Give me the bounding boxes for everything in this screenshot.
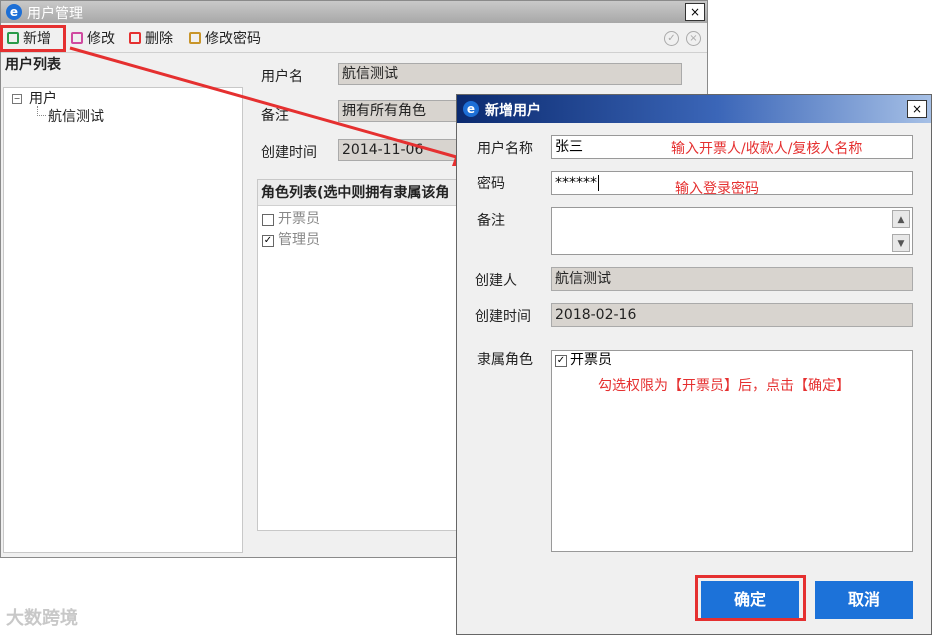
dialog-password-label: 密码 xyxy=(477,176,505,192)
role-hint: 勾选权限为【开票员】后，点击【确定】 xyxy=(598,378,850,394)
dialog-username-value: 张三 xyxy=(555,139,583,155)
dialog-creator-field[interactable]: 航信测试 xyxy=(551,267,913,291)
dialog-role-label: 隶属角色 xyxy=(477,352,533,368)
scroll-up-icon[interactable]: ▲ xyxy=(892,210,910,228)
dialog-username-label: 用户名称 xyxy=(477,141,533,157)
watermark-logo: 大数跨境 xyxy=(6,608,78,629)
dialog-created-time-label: 创建时间 xyxy=(475,309,531,325)
add-user-dialog: e 新增用户 × 用户名称 张三 输入开票人/收款人/复核人名称 密码 ****… xyxy=(456,94,932,635)
dialog-logo-icon: e xyxy=(463,101,479,117)
dialog-close-button[interactable]: × xyxy=(907,100,927,118)
dialog-created-time-field[interactable]: 2018-02-16 xyxy=(551,303,913,327)
dialog-role-checkbox-invoicer[interactable]: ✓ xyxy=(555,355,567,367)
dialog-titlebar: e 新增用户 × xyxy=(457,95,931,123)
dialog-role-list: ✓ 开票员 勾选权限为【开票员】后，点击【确定】 xyxy=(551,350,913,552)
scroll-down-icon[interactable]: ▼ xyxy=(892,234,910,252)
dialog-title: 新增用户 xyxy=(485,103,541,119)
dialog-note-label: 备注 xyxy=(477,213,505,229)
password-hint: 输入登录密码 xyxy=(675,181,759,197)
dialog-password-value: ****** xyxy=(555,175,597,191)
ok-button-highlight xyxy=(695,575,806,621)
dialog-note-textarea[interactable]: ▲ ▼ xyxy=(551,207,913,255)
username-hint: 输入开票人/收款人/复核人名称 xyxy=(671,141,863,157)
cancel-button[interactable]: 取消 xyxy=(815,581,913,619)
text-caret xyxy=(598,175,599,191)
dialog-role-label-invoicer: 开票员 xyxy=(570,352,612,368)
dialog-creator-label: 创建人 xyxy=(475,273,517,289)
